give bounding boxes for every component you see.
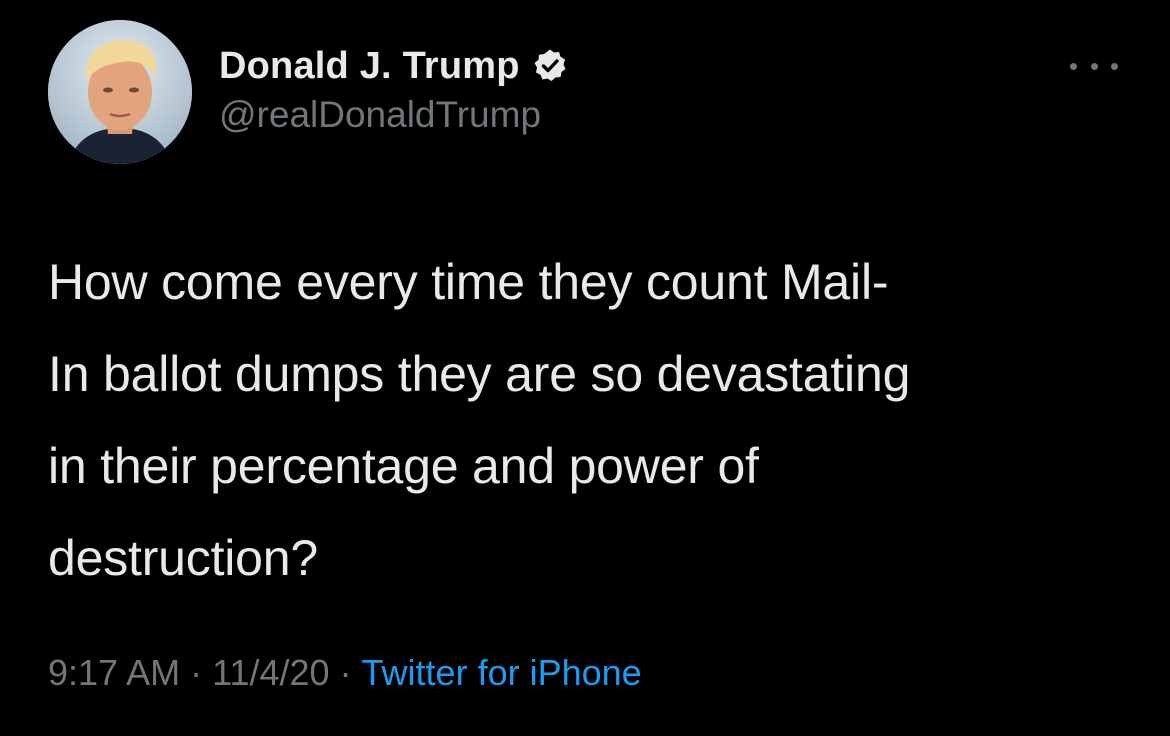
meta-separator: ·: [190, 652, 203, 693]
avatar-photo: [48, 20, 192, 164]
author-name-row: Donald J. Trump: [219, 40, 568, 92]
display-name[interactable]: Donald J. Trump: [219, 45, 520, 88]
tweet-date[interactable]: 11/4/20: [212, 652, 329, 694]
more-dot: [1070, 62, 1077, 70]
tweet-text: How come every time they count Mail- In …: [48, 254, 911, 586]
tweet-time[interactable]: 9:17 AM: [48, 652, 180, 694]
meta-separator: ·: [339, 652, 352, 693]
verified-badge-icon: [532, 48, 568, 84]
tweet-card: Donald J. Trump @realDonaldTrump How com…: [0, 0, 1170, 736]
more-options-icon[interactable]: [1070, 56, 1118, 76]
tweet-source-link[interactable]: Twitter for iPhone: [362, 652, 642, 694]
more-dot: [1111, 62, 1118, 70]
more-dot: [1090, 62, 1098, 70]
avatar[interactable]: [48, 20, 192, 164]
author-handle[interactable]: @realDonaldTrump: [219, 94, 541, 136]
tweet-metadata: 9:17 AM · 11/4/20 · Twitter for iPhone: [48, 652, 642, 694]
